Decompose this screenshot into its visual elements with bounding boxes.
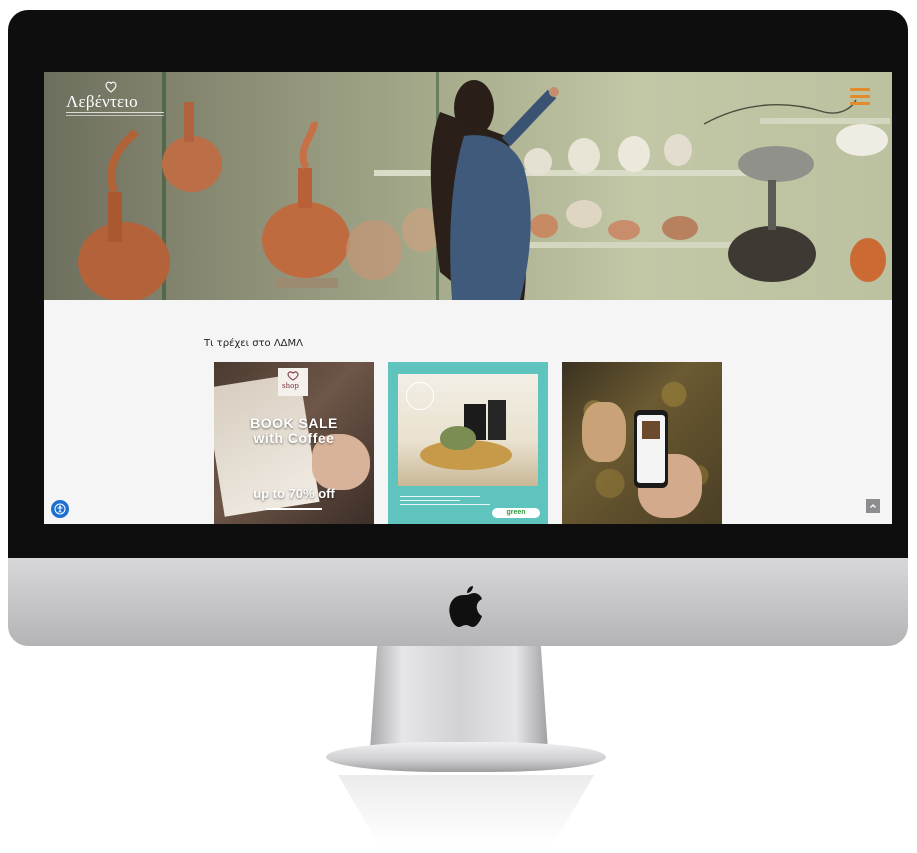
book-sale-headline: BOOK SALE with Coffee	[214, 416, 374, 446]
phone-screen-artwork	[642, 421, 660, 439]
circle-logo-icon	[406, 382, 434, 410]
stand-reflection	[338, 775, 594, 845]
shop-badge: shop	[278, 368, 308, 396]
hamburger-menu-icon[interactable]	[850, 88, 870, 105]
headline-line-1: BOOK SALE	[250, 415, 338, 431]
logo-text: Λεβέντειο	[66, 92, 138, 111]
bowl	[440, 426, 476, 450]
product-photo	[398, 374, 538, 486]
discount-text: up to 70% off	[253, 486, 335, 501]
site-logo[interactable]: Λεβέντειο	[62, 80, 172, 120]
chevron-up-icon	[870, 504, 876, 508]
phone-screen	[637, 415, 665, 483]
accessibility-button[interactable]	[51, 500, 69, 518]
product-box	[488, 400, 506, 440]
heart-shop-icon	[287, 371, 299, 381]
headline-line-2: with Coffee	[253, 430, 335, 446]
divider	[266, 508, 322, 510]
news-card-app[interactable]	[562, 362, 722, 524]
green-badge: green	[492, 508, 540, 518]
news-card-book-sale[interactable]: shop BOOK SALE with Coffee up to 70% off	[214, 362, 374, 524]
accessibility-icon	[54, 503, 66, 515]
imac-stand-base	[326, 742, 606, 772]
apple-icon	[449, 586, 482, 627]
imac-stand-neck	[370, 646, 548, 750]
card-caption	[400, 494, 496, 505]
section-title: Τι τρέχει στο ΛΔΜΛ	[204, 338, 303, 349]
smartphone-image	[634, 410, 668, 488]
hero-image: Λεβέντειο	[44, 72, 892, 300]
scroll-to-top-button[interactable]	[866, 499, 880, 513]
news-card-green[interactable]: green	[388, 362, 548, 524]
website-screen: Λεβέντειο Τι τρέχει στο ΛΔΜΛ shop BOOK S…	[44, 72, 892, 524]
logo-tagline-lines	[66, 112, 164, 116]
shop-label: shop	[282, 382, 299, 390]
figure-image	[582, 402, 626, 462]
